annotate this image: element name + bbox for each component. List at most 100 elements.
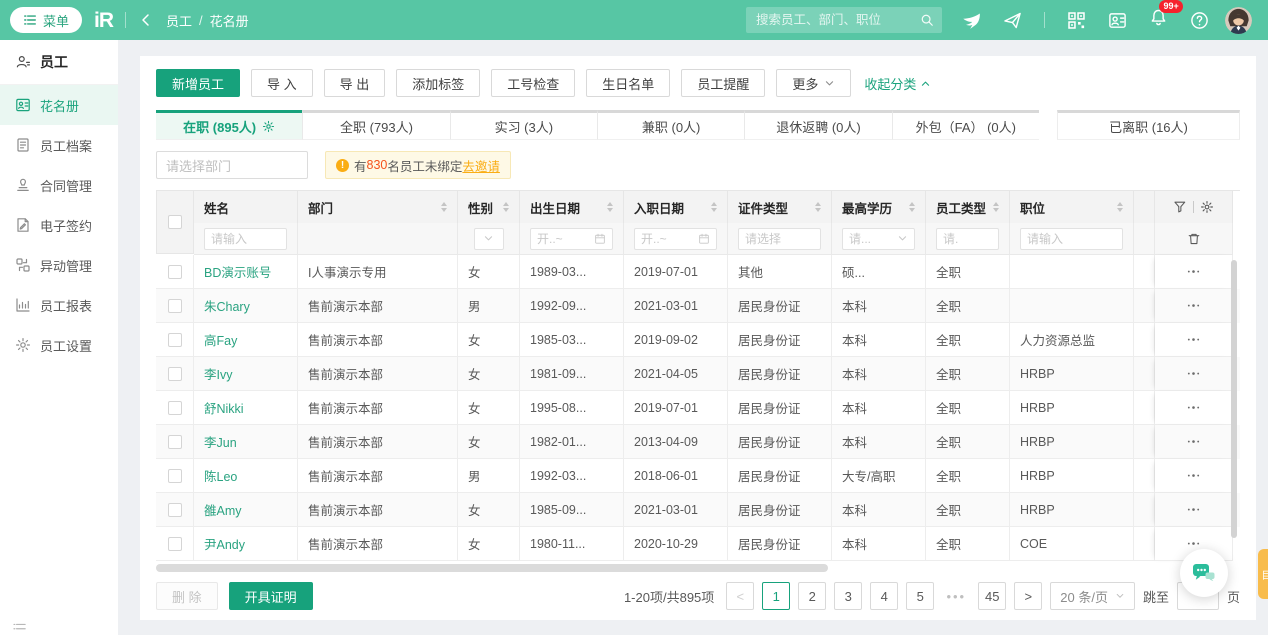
filter-edu[interactable]: 请... — [842, 228, 915, 250]
sidebar-item-roster[interactable]: 花名册 — [0, 85, 118, 125]
sidebar-item-report[interactable]: 员工报表 — [0, 285, 118, 325]
paper-plane-icon[interactable] — [1003, 11, 1022, 30]
vertical-scrollbar-thumb[interactable] — [1231, 260, 1237, 538]
row-checkbox[interactable] — [168, 401, 182, 415]
cell-name[interactable]: BD演示账号 — [194, 255, 298, 289]
sort-carets-icon[interactable] — [989, 202, 999, 212]
toolbar-button-1[interactable]: 导 出 — [324, 69, 386, 97]
cell-name[interactable]: 舒Nikki — [194, 391, 298, 425]
column-header-idtype[interactable]: 证件类型 — [728, 191, 832, 223]
page-button-2[interactable]: 2 — [798, 582, 826, 610]
search-input[interactable] — [754, 12, 920, 28]
tab-3[interactable]: 兼职 (0人) — [597, 110, 744, 140]
page-button-3[interactable]: 3 — [834, 582, 862, 610]
select-all-checkbox[interactable] — [168, 215, 182, 229]
row-checkbox[interactable] — [168, 299, 182, 313]
page-button-5[interactable]: 5 — [906, 582, 934, 610]
sidebar-item-contract[interactable]: 合同管理 — [0, 165, 118, 205]
app-logo[interactable]: iR — [94, 10, 113, 31]
row-checkbox[interactable] — [168, 469, 182, 483]
sidebar-item-settings[interactable]: 员工设置 — [0, 325, 118, 365]
sort-carets-icon[interactable] — [1113, 202, 1123, 212]
row-checkbox[interactable] — [168, 435, 182, 449]
row-checkbox[interactable] — [168, 503, 182, 517]
column-header-hire[interactable]: 入职日期 — [624, 191, 728, 223]
filter-hire[interactable]: 开..~ — [634, 228, 717, 250]
toolbar-button-0[interactable]: 导 入 — [251, 69, 313, 97]
tab-6[interactable]: 已离职 (16人) — [1057, 110, 1240, 140]
more-dots-icon[interactable] — [1186, 332, 1201, 347]
more-button[interactable]: 更多 — [776, 69, 851, 97]
cell-name[interactable]: 李Jun — [194, 425, 298, 459]
qr-code-icon[interactable] — [1067, 11, 1086, 30]
sort-carets-icon[interactable] — [437, 202, 447, 212]
help-icon[interactable] — [1190, 11, 1209, 30]
more-dots-icon[interactable] — [1186, 298, 1201, 313]
filter-name[interactable]: 请输入 — [204, 228, 287, 250]
cell-name[interactable]: 陈Leo — [194, 459, 298, 493]
collapse-categories-link[interactable]: 收起分类 — [864, 74, 931, 93]
back-chevron-icon[interactable] — [138, 12, 154, 28]
cell-name[interactable]: 朱Chary — [194, 289, 298, 323]
sort-carets-icon[interactable] — [707, 202, 717, 212]
column-header-name[interactable]: 姓名 — [194, 191, 298, 223]
prev-page-button[interactable]: < — [726, 582, 754, 610]
filter-emptype[interactable]: 请. — [936, 228, 999, 250]
column-header-emptype[interactable]: 员工类型 — [926, 191, 1010, 223]
sort-carets-icon[interactable] — [811, 202, 821, 212]
more-dots-icon[interactable] — [1186, 366, 1201, 381]
tab-5[interactable]: 外包（FA） (0人) — [892, 110, 1039, 140]
more-dots-icon[interactable] — [1186, 400, 1201, 415]
column-header-edu[interactable]: 最高学历 — [832, 191, 926, 223]
more-dots-icon[interactable] — [1186, 468, 1201, 483]
sidebar-item-archive[interactable]: 员工档案 — [0, 125, 118, 165]
page-button-1[interactable]: 1 — [762, 582, 790, 610]
cell-name[interactable]: 李Ivy — [194, 357, 298, 391]
cell-name[interactable]: 雒Amy — [194, 493, 298, 527]
sort-carets-icon[interactable] — [603, 202, 613, 212]
user-avatar[interactable] — [1225, 7, 1252, 34]
horizontal-scrollbar-thumb[interactable] — [156, 564, 828, 572]
toolbar-button-4[interactable]: 生日名单 — [586, 69, 670, 97]
edge-widget-tab[interactable]: 目 — [1258, 549, 1268, 599]
page-size-select[interactable]: 20 条/页 — [1050, 582, 1135, 610]
contact-card-icon[interactable] — [1108, 11, 1127, 30]
column-header-dept[interactable]: 部门 — [298, 191, 458, 223]
filter-birth[interactable]: 开..~ — [530, 228, 613, 250]
global-search[interactable] — [746, 7, 942, 33]
breadcrumb-section[interactable]: 员工 — [166, 11, 192, 30]
notifications[interactable]: 99+ — [1149, 8, 1168, 32]
menu-button[interactable]: 菜单 — [10, 7, 82, 33]
row-checkbox[interactable] — [168, 333, 182, 347]
chat-fab[interactable] — [1180, 549, 1228, 597]
page-button-45[interactable]: 45 — [978, 582, 1006, 610]
department-select[interactable]: 请选择部门 — [156, 151, 308, 179]
toolbar-button-2[interactable]: 添加标签 — [396, 69, 480, 97]
filter-gender[interactable] — [474, 228, 504, 250]
filter-position[interactable]: 请输入 — [1020, 228, 1123, 250]
sidebar-item-esign[interactable]: 电子签约 — [0, 205, 118, 245]
page-button-4[interactable]: 4 — [870, 582, 898, 610]
issue-certificate-button[interactable]: 开具证明 — [229, 582, 313, 610]
next-page-button[interactable]: > — [1014, 582, 1042, 610]
more-dots-icon[interactable] — [1186, 434, 1201, 449]
tab-0[interactable]: 在职 (895人) — [156, 110, 302, 140]
trash-icon[interactable] — [1187, 232, 1201, 246]
search-icon[interactable] — [920, 13, 934, 27]
sidebar-item-transfer[interactable]: 异动管理 — [0, 245, 118, 285]
sort-carets-icon[interactable] — [905, 202, 915, 212]
delete-button[interactable]: 删 除 — [156, 582, 218, 610]
tab-1[interactable]: 全职 (793人) — [302, 110, 449, 140]
page-ellipsis[interactable]: ••• — [942, 582, 970, 610]
sidebar-collapse-icon[interactable] — [13, 621, 27, 633]
add-employee-button[interactable]: 新增员工 — [156, 69, 240, 97]
column-header-birth[interactable]: 出生日期 — [520, 191, 624, 223]
toolbar-button-3[interactable]: 工号检查 — [491, 69, 575, 97]
more-dots-icon[interactable] — [1186, 264, 1201, 279]
column-header-gender[interactable]: 性别 — [458, 191, 520, 223]
column-header-position[interactable]: 职位 — [1010, 191, 1134, 223]
sort-carets-icon[interactable] — [499, 202, 509, 212]
invite-link[interactable]: 去邀请 — [462, 156, 500, 175]
toolbar-button-5[interactable]: 员工提醒 — [681, 69, 765, 97]
row-checkbox[interactable] — [168, 265, 182, 279]
